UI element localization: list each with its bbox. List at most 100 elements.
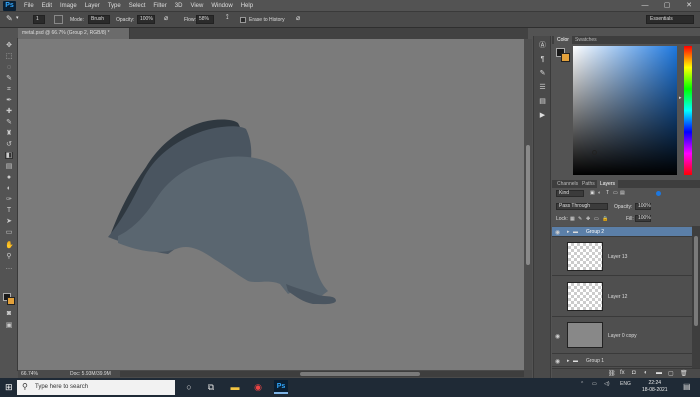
tab-color[interactable]: Color — [554, 36, 572, 44]
hue-slider-arrow-icon[interactable]: ▸ — [679, 95, 682, 101]
zoom-level[interactable]: 66.74% — [21, 370, 38, 378]
layer-row-layer-12[interactable]: Layer 12 — [552, 277, 692, 317]
crop-tool-icon[interactable]: ⌗ — [5, 86, 13, 93]
menu-image[interactable]: Image — [60, 3, 77, 9]
tab-channels[interactable]: Channels — [554, 180, 581, 188]
visibility-eye-icon[interactable]: ◉ — [555, 358, 560, 365]
pressure-size-icon[interactable]: ⌀ — [296, 14, 300, 22]
more-tools-icon[interactable]: … — [5, 264, 13, 271]
fx-icon[interactable]: fx — [620, 370, 625, 376]
filter-smart-icon[interactable]: ▤ — [620, 190, 625, 196]
erase-history-checkbox[interactable] — [240, 17, 246, 23]
menu-layer[interactable]: Layer — [85, 3, 100, 9]
flow-field[interactable]: 58% — [196, 15, 214, 24]
brush-tool-icon[interactable]: ✎ — [5, 119, 13, 126]
filter-pixel-icon[interactable]: ▣ — [590, 190, 595, 196]
lock-all-icon[interactable]: 🔒 — [602, 216, 608, 222]
mode-select[interactable]: Brush — [88, 15, 110, 24]
filter-toggle[interactable] — [656, 191, 661, 196]
tab-swatches[interactable]: Swatches — [572, 36, 600, 44]
taskbar-search-input[interactable]: Type here to search — [17, 380, 175, 395]
panel-background-swatch[interactable] — [561, 53, 570, 62]
hand-tool-icon[interactable]: ✋ — [5, 242, 14, 249]
menu-type[interactable]: Type — [108, 3, 121, 9]
layers-scroll-thumb[interactable] — [694, 236, 698, 326]
menu-window[interactable]: Window — [211, 3, 232, 9]
tray-overflow-icon[interactable]: ⌃ — [580, 381, 584, 387]
horizontal-scroll-thumb[interactable] — [300, 372, 420, 376]
kind-filter-select[interactable]: Kind — [556, 190, 584, 197]
actions-panel-icon[interactable]: ▶ — [538, 112, 547, 120]
layer-row-layer-13[interactable]: Layer 13 — [552, 238, 692, 276]
language-indicator[interactable]: ENG — [620, 381, 631, 387]
taskbar-clock[interactable]: 22:24 18-08-2021 — [642, 380, 668, 394]
cortana-icon[interactable]: ○ — [182, 380, 196, 394]
zoom-tool-icon[interactable]: ⚲ — [5, 253, 13, 260]
pen-tool-icon[interactable]: ✑ — [5, 196, 13, 203]
history-panel-icon[interactable]: Ⓐ — [538, 42, 547, 50]
eyedropper-tool-icon[interactable]: ✒ — [5, 97, 13, 104]
dodge-tool-icon[interactable]: ◐ — [5, 185, 13, 192]
menu-help[interactable]: Help — [241, 3, 253, 9]
lock-transparency-icon[interactable]: ▦ — [570, 216, 575, 222]
opacity-field[interactable]: 100% — [137, 15, 155, 24]
menu-3d[interactable]: 3D — [175, 3, 183, 9]
lock-image-icon[interactable]: ✎ — [578, 216, 582, 222]
brush-panel-icon[interactable] — [54, 15, 63, 24]
maximize-button[interactable]: ▢ — [656, 0, 678, 11]
hue-slider[interactable] — [684, 46, 692, 175]
blur-tool-icon[interactable]: ● — [5, 174, 13, 181]
file-explorer-icon[interactable]: ▬ — [228, 380, 242, 394]
group-expand-icon[interactable]: ▸ — [567, 358, 570, 364]
layer-opacity-field[interactable]: 100% — [635, 203, 651, 210]
link-icon[interactable]: ⛓ — [608, 370, 616, 377]
type-tool-icon[interactable]: T — [5, 207, 13, 214]
tab-paths[interactable]: Paths — [579, 180, 598, 188]
color-spectrum-field[interactable] — [573, 46, 677, 175]
adjustments-panel-icon[interactable]: ☰ — [538, 84, 547, 92]
layer-row-group-1[interactable]: ◉ ▸ ▬ Group 1 — [552, 356, 692, 367]
brush-panel-icon[interactable]: ✎ — [538, 70, 547, 78]
stamp-tool-icon[interactable]: ♜ — [5, 130, 13, 137]
visibility-eye-icon[interactable]: ◉ — [555, 333, 560, 340]
mask-icon[interactable]: ◘ — [632, 370, 636, 376]
menu-edit[interactable]: Edit — [42, 3, 52, 9]
document-tab[interactable]: metal.psd @ 66.7% (Group 2, RGB/8) * — [18, 28, 130, 39]
blend-mode-select[interactable]: Pass Through — [556, 203, 608, 210]
brush-size-picker[interactable]: 1 — [33, 15, 45, 24]
volume-icon[interactable]: ◁) — [604, 381, 610, 387]
lasso-tool-icon[interactable]: ◌ — [5, 64, 13, 71]
gradient-tool-icon[interactable]: ▤ — [5, 163, 13, 170]
menu-select[interactable]: Select — [129, 3, 146, 9]
marquee-tool-icon[interactable]: ⬚ — [5, 53, 13, 60]
screen-mode-icon[interactable]: ▣ — [5, 322, 13, 329]
properties-panel-icon[interactable]: ¶ — [538, 56, 547, 64]
eraser-tool-icon[interactable]: ◧ — [5, 152, 13, 159]
pressure-opacity-icon[interactable]: ⌀ — [164, 14, 168, 22]
lock-artboard-icon[interactable]: ▭ — [594, 216, 599, 222]
network-icon[interactable]: ▭ — [592, 381, 597, 387]
menu-view[interactable]: View — [190, 3, 203, 9]
shape-tool-icon[interactable]: ▭ — [5, 229, 13, 236]
color-picker-cursor[interactable] — [592, 150, 597, 155]
workspace-switcher[interactable]: Essentials — [646, 15, 694, 24]
layer-row-layer-0-copy[interactable]: ◉ Layer 0 copy — [552, 318, 692, 354]
layer-row-group-2[interactable]: ◉ ▸ ▬ Group 2 — [552, 227, 692, 237]
tool-preset-dropdown-icon[interactable]: ▾ — [16, 15, 19, 21]
document-canvas[interactable] — [18, 39, 524, 370]
adjustment-icon[interactable]: ◐ — [644, 370, 648, 376]
vertical-scroll-thumb[interactable] — [526, 145, 530, 265]
document-info[interactable]: Doc: 5.93M/39.9M — [70, 370, 111, 378]
filter-shape-icon[interactable]: ▭ — [613, 190, 618, 196]
move-tool-icon[interactable]: ✥ — [5, 42, 13, 49]
airbrush-icon[interactable]: ⟟ — [226, 14, 229, 22]
filter-type-icon[interactable]: T — [606, 190, 609, 196]
fill-field[interactable]: 100% — [635, 215, 651, 222]
lock-position-icon[interactable]: ✥ — [586, 216, 590, 222]
info-panel-icon[interactable]: ▤ — [538, 98, 547, 106]
close-button[interactable]: ✕ — [678, 0, 700, 11]
background-color-swatch[interactable] — [7, 297, 15, 305]
folder-icon[interactable]: ▬ — [656, 370, 662, 376]
minimize-button[interactable]: — — [634, 0, 656, 11]
trash-icon[interactable]: 🗑 — [680, 370, 688, 377]
